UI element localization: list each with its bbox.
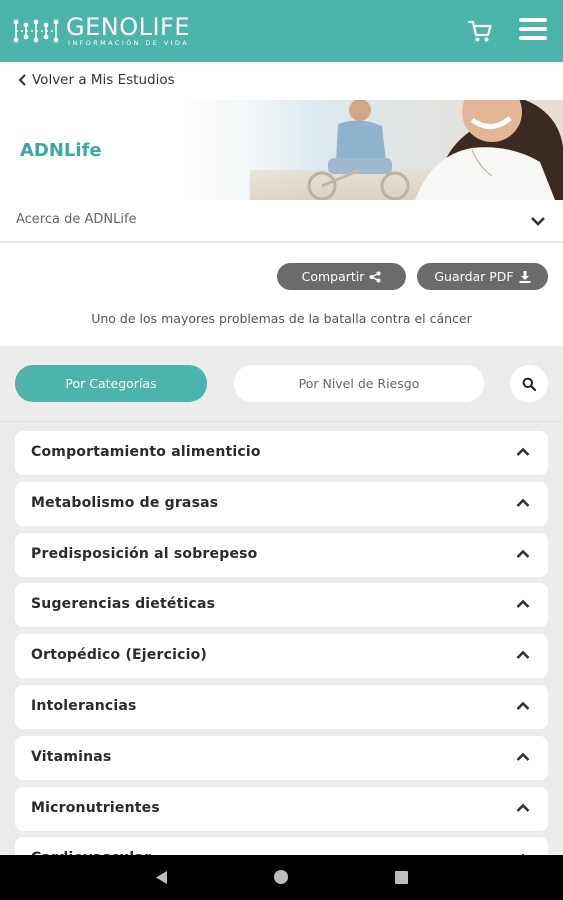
nav-home-icon[interactable] xyxy=(274,870,288,884)
hamburger-menu-icon[interactable] xyxy=(519,18,547,44)
category-label: Intolerancias xyxy=(31,697,137,714)
category-item[interactable]: Predisposición al sobrepeso xyxy=(15,532,548,577)
save-pdf-button[interactable]: Guardar PDF xyxy=(417,263,548,290)
category-label: Predisposición al sobrepeso xyxy=(31,545,258,562)
chevron-up-icon xyxy=(516,549,530,558)
chevron-down-icon xyxy=(531,217,545,226)
category-list: Comportamiento alimenticio Metabolismo d… xyxy=(15,431,548,888)
about-label: Acerca de ADNLife xyxy=(16,212,137,227)
share-button[interactable]: Compartir xyxy=(277,263,406,290)
chevron-up-icon xyxy=(516,752,530,761)
study-tagline: Uno de los mayores problemas de la batal… xyxy=(91,311,472,326)
nav-recents-icon[interactable] xyxy=(395,871,408,884)
share-icon xyxy=(369,271,381,282)
chevron-up-icon xyxy=(516,803,530,812)
category-label: Vitaminas xyxy=(31,748,112,765)
cart-icon[interactable] xyxy=(467,18,493,44)
dna-logo-icon xyxy=(13,19,59,43)
category-label: Metabolismo de grasas xyxy=(31,494,219,511)
save-pdf-label: Guardar PDF xyxy=(434,269,514,284)
category-item[interactable]: Ortopédico (Ejercicio) xyxy=(15,634,548,679)
about-accordion[interactable]: Acerca de ADNLife xyxy=(0,200,563,242)
category-item[interactable]: Micronutrientes xyxy=(15,786,548,831)
actions-panel: Compartir Guardar PDF Uno de los mayores… xyxy=(0,243,563,346)
chevron-up-icon xyxy=(516,498,530,507)
search-icon xyxy=(522,377,536,391)
category-label: Micronutrientes xyxy=(31,799,160,816)
back-bar: Volver a Mis Estudios xyxy=(0,62,563,100)
back-label: Volver a Mis Estudios xyxy=(32,72,175,88)
search-button[interactable] xyxy=(510,365,548,402)
category-label: Comportamiento alimenticio xyxy=(31,444,261,460)
page-title: ADNLife xyxy=(20,140,102,161)
category-item[interactable]: Comportamiento alimenticio xyxy=(15,431,548,475)
logo-wordmark: GENOLIFE INFORMACIÓN DE VIDA xyxy=(66,15,190,47)
category-label: Sugerencias dietéticas xyxy=(31,596,216,613)
share-label: Compartir xyxy=(301,269,365,284)
category-item[interactable]: Vitaminas xyxy=(15,735,548,780)
back-to-studies-link[interactable]: Volver a Mis Estudios xyxy=(18,72,175,88)
chevron-up-icon xyxy=(516,600,530,609)
chevron-up-icon xyxy=(516,447,530,456)
chevron-left-icon xyxy=(18,74,26,86)
category-item[interactable]: Sugerencias dietéticas xyxy=(15,583,548,628)
logo-subtitle: INFORMACIÓN DE VIDA xyxy=(68,39,190,48)
chevron-up-icon xyxy=(516,701,530,710)
filter-bar: Por Categorías Por Nivel de Riesgo xyxy=(0,346,563,422)
category-label: Ortopédico (Ejercicio) xyxy=(31,647,208,664)
download-icon xyxy=(519,270,531,283)
chevron-up-icon xyxy=(516,650,530,660)
system-nav-bar xyxy=(0,855,563,900)
nav-back-icon[interactable] xyxy=(154,870,168,885)
logo-name: GENOLIFE xyxy=(66,13,191,42)
app-header: GENOLIFE INFORMACIÓN DE VIDA xyxy=(0,0,563,62)
category-item[interactable]: Metabolismo de grasas xyxy=(15,481,548,526)
hero-banner: ADNLife xyxy=(0,100,563,200)
tab-by-category[interactable]: Por Categorías xyxy=(15,365,207,402)
genolife-logo[interactable]: GENOLIFE INFORMACIÓN DE VIDA xyxy=(12,14,190,48)
tab-by-risk-level[interactable]: Por Nivel de Riesgo xyxy=(234,365,484,402)
category-item[interactable]: Intolerancias xyxy=(15,684,548,729)
hero-photo xyxy=(210,100,563,200)
